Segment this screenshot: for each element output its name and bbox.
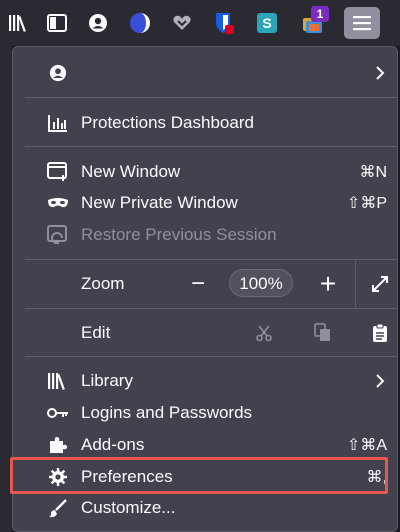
puzzle-piece-icon [47, 434, 69, 456]
app-menu-panel: Protections Dashboard New Window ⌘N New … [12, 46, 398, 532]
shortcut-label: ⌘N [359, 164, 387, 181]
edit-label: Edit [81, 323, 111, 342]
chart-icon [47, 112, 69, 134]
gear-icon [47, 466, 69, 488]
menu-item-label: New Window [81, 162, 181, 181]
menu-item-label: Restore Previous Session [81, 225, 277, 244]
menu-zoom-row: Zoom − 100% + [25, 259, 397, 309]
new-window-icon [47, 161, 69, 183]
shortcut-label: ⇧⌘P [346, 195, 387, 212]
fullscreen-button[interactable] [367, 271, 393, 297]
account-icon[interactable] [85, 10, 111, 36]
menu-item-label: New Private Window [81, 193, 238, 212]
chevron-right-icon [375, 65, 385, 86]
separator [25, 308, 397, 309]
hamburger-icon [353, 16, 371, 31]
pocket-icon[interactable] [169, 10, 195, 36]
vertical-divider [355, 259, 356, 309]
svg-text:S: S [262, 15, 271, 31]
menu-item-label: Add-ons [81, 435, 145, 454]
copy-button[interactable] [310, 320, 336, 346]
scissors-icon [256, 325, 272, 342]
key-icon [47, 402, 69, 424]
minus-icon: − [190, 270, 205, 297]
menu-account-row[interactable] [25, 58, 397, 88]
browser-toolbar: S 1 [0, 0, 400, 46]
menu-item-library[interactable]: Library [25, 366, 397, 396]
separator [25, 259, 397, 260]
separator [25, 356, 397, 357]
chevron-right-icon [375, 373, 385, 394]
plus-icon: + [319, 268, 337, 299]
library-icon [47, 370, 69, 392]
zoom-in-button[interactable]: + [315, 268, 341, 299]
menu-item-customize[interactable]: Customize... [25, 493, 397, 523]
menu-item-new-window[interactable]: New Window ⌘N [25, 157, 397, 187]
private-mask-icon [47, 192, 69, 214]
library-icon[interactable] [6, 10, 32, 36]
menu-item-restore-session[interactable]: Restore Previous Session [25, 220, 397, 250]
shortcut-label: ⇧⌘A [346, 437, 387, 454]
paste-icon [373, 323, 387, 342]
paste-button[interactable] [367, 320, 393, 346]
tab-stack-badge: 1 [311, 6, 329, 22]
zoom-out-button[interactable]: − [185, 271, 211, 297]
menu-item-label: Logins and Passwords [81, 403, 253, 422]
menu-item-addons[interactable]: Add-ons ⇧⌘A [25, 430, 397, 460]
zoom-label: Zoom [81, 274, 125, 293]
restore-session-icon [47, 224, 69, 246]
page-edge [0, 46, 12, 532]
zoom-reset-button[interactable]: 100% [229, 269, 293, 297]
menu-item-protections-dashboard[interactable]: Protections Dashboard [25, 108, 397, 138]
sidebar-icon[interactable] [44, 10, 70, 36]
menu-edit-row: Edit [25, 318, 397, 348]
bitwarden-icon[interactable] [211, 10, 237, 36]
shortcut-label: ⌘, [366, 469, 387, 486]
menu-item-logins-passwords[interactable]: Logins and Passwords [25, 398, 397, 428]
app-menu-button[interactable] [344, 7, 380, 39]
menu-item-label: Library [81, 371, 133, 390]
separator [25, 146, 397, 147]
stylus-icon[interactable]: S [254, 10, 280, 36]
copy-icon [314, 323, 330, 341]
cut-button[interactable] [251, 320, 277, 346]
menu-item-label: Customize... [81, 498, 176, 517]
account-icon [47, 62, 69, 84]
extension-icon[interactable] [127, 10, 153, 36]
menu-item-new-private-window[interactable]: New Private Window ⇧⌘P [25, 188, 397, 218]
menu-item-label: Preferences [81, 467, 173, 486]
paintbrush-icon [47, 497, 69, 519]
fullscreen-icon [372, 276, 388, 292]
separator [25, 97, 397, 98]
menu-item-preferences[interactable]: Preferences ⌘, [25, 462, 397, 492]
menu-item-label: Protections Dashboard [81, 113, 254, 132]
